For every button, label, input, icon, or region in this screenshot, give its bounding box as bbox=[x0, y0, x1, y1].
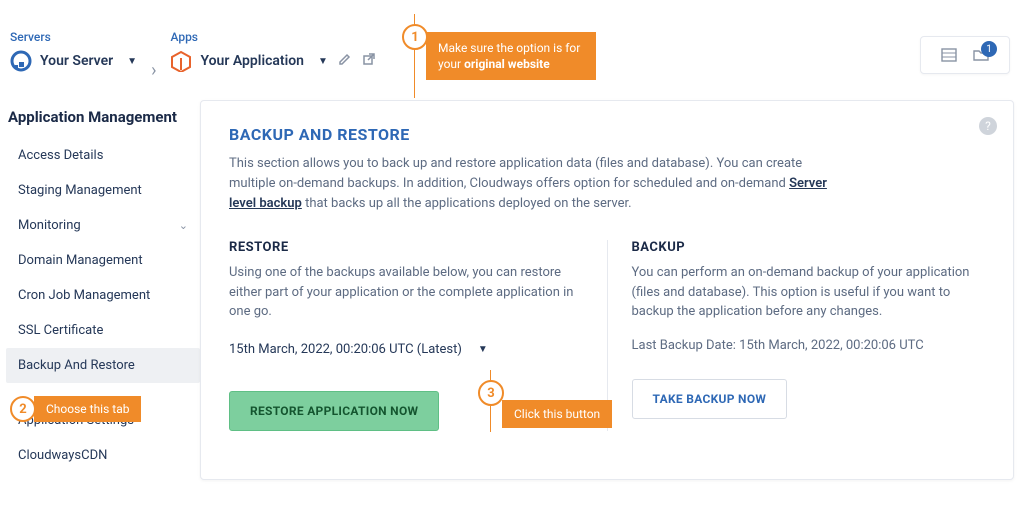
sidebar-item-monitoring[interactable]: Monitoring ⌄ bbox=[6, 208, 200, 243]
toolbar-right: 1 bbox=[920, 36, 1010, 74]
help-icon[interactable]: ? bbox=[979, 117, 997, 135]
annotation-1-text: Make sure the option is for your origina… bbox=[426, 32, 596, 80]
chevron-down-icon[interactable]: ▼ bbox=[318, 56, 328, 67]
annotation-3-text: Click this button bbox=[502, 400, 612, 428]
backup-select[interactable]: 15th March, 2022, 00:20:06 UTC (Latest) … bbox=[229, 338, 488, 361]
sidebar-item-staging-management[interactable]: Staging Management bbox=[6, 173, 200, 208]
apps-label: Apps bbox=[170, 30, 375, 44]
annotation-3-number: 3 bbox=[478, 380, 504, 406]
external-link-icon[interactable] bbox=[362, 52, 376, 70]
chevron-down-icon[interactable]: ▼ bbox=[127, 56, 137, 67]
sidebar-item-cloudwayscdn[interactable]: CloudwaysCDN bbox=[6, 438, 200, 473]
sidebar-item-cron-job-management[interactable]: Cron Job Management bbox=[6, 278, 200, 313]
app-name: Your Application bbox=[200, 53, 304, 69]
backup-text: You can perform an on-demand backup of y… bbox=[632, 263, 986, 322]
servers-crumb[interactable]: Servers Your Server ▼ bbox=[10, 30, 137, 72]
folder-icon[interactable]: 1 bbox=[971, 45, 991, 65]
folder-badge: 1 bbox=[981, 41, 997, 57]
sidebar-title: Application Management bbox=[8, 108, 200, 126]
apps-crumb[interactable]: Apps Your Application ▼ bbox=[170, 30, 375, 72]
server-name: Your Server bbox=[40, 53, 113, 69]
sidebar: Application Management Access Details St… bbox=[0, 100, 200, 480]
last-backup-date: Last Backup Date: 15th March, 2022, 00:2… bbox=[632, 338, 986, 353]
breadcrumb-separator: › bbox=[151, 60, 156, 84]
sidebar-item-ssl-certificate[interactable]: SSL Certificate bbox=[6, 313, 200, 348]
sidebar-item-backup-and-restore[interactable]: Backup And Restore bbox=[6, 348, 200, 383]
take-backup-button[interactable]: TAKE BACKUP NOW bbox=[632, 379, 788, 419]
annotation-3: 3 Click this button bbox=[490, 370, 612, 432]
backup-title: BACKUP bbox=[632, 240, 986, 255]
backup-column: BACKUP You can perform an on-demand back… bbox=[608, 240, 986, 431]
servers-label: Servers bbox=[10, 30, 137, 44]
server-provider-icon bbox=[10, 50, 32, 72]
backup-select-value: 15th March, 2022, 00:20:06 UTC (Latest) bbox=[229, 342, 462, 357]
restore-text: Using one of the backups available below… bbox=[229, 263, 583, 322]
sidebar-item-domain-management[interactable]: Domain Management bbox=[6, 243, 200, 278]
page-description: This section allows you to back up and r… bbox=[229, 154, 829, 214]
restore-application-button[interactable]: RESTORE APPLICATION NOW bbox=[229, 391, 439, 431]
magento-icon bbox=[170, 50, 192, 72]
sidebar-item-access-details[interactable]: Access Details bbox=[6, 138, 200, 173]
restore-title: RESTORE bbox=[229, 240, 583, 255]
chevron-down-icon: ⌄ bbox=[179, 219, 188, 232]
annotation-1-number: 1 bbox=[402, 24, 428, 50]
annotation-1: 1 Make sure the option is for your origi… bbox=[414, 14, 596, 98]
list-icon[interactable] bbox=[939, 45, 959, 65]
annotation-2-number: 2 bbox=[10, 396, 36, 422]
page-title: BACKUP AND RESTORE bbox=[229, 125, 985, 144]
chevron-down-icon: ▼ bbox=[478, 344, 488, 355]
annotation-2: 2 Choose this tab bbox=[10, 396, 141, 422]
edit-icon[interactable] bbox=[338, 52, 352, 70]
annotation-2-text: Choose this tab bbox=[34, 396, 141, 422]
